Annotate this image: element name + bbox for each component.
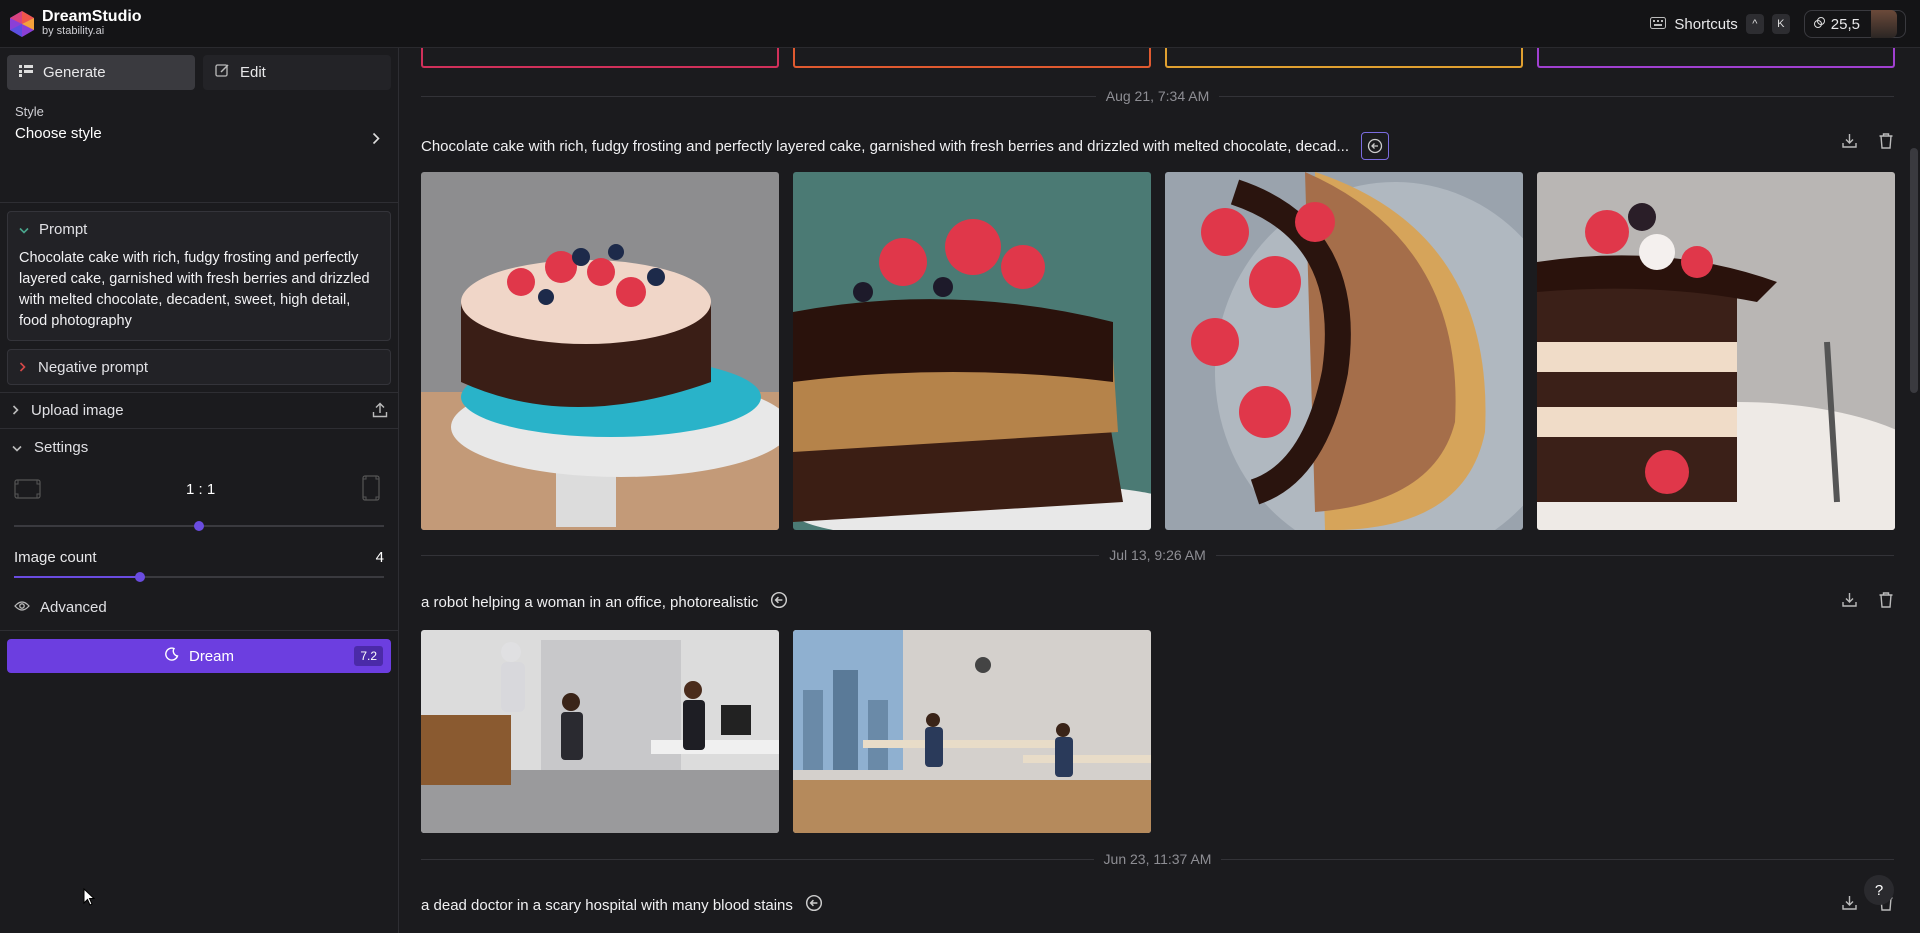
reuse-arrow-icon	[771, 591, 788, 609]
app-title: DreamStudio	[42, 8, 142, 26]
credits-button[interactable]: 25,5	[1803, 10, 1906, 38]
image-count-value: 4	[375, 549, 384, 566]
dream-button[interactable]: Dream 7.2	[7, 639, 391, 673]
negative-prompt-label: Negative prompt	[38, 358, 149, 376]
tab-generate[interactable]: Generate	[7, 55, 195, 90]
reuse-arrow-icon	[1367, 138, 1383, 154]
previous-image-frame[interactable]	[1537, 48, 1895, 68]
image-count-slider[interactable]	[14, 572, 384, 582]
shortcuts-label: Shortcuts	[1674, 15, 1738, 33]
shortcuts-button[interactable]: Shortcuts ^ K	[1650, 14, 1790, 34]
prompt-panel[interactable]: Prompt Chocolate cake with rich, fudgy f…	[7, 211, 391, 341]
generation-prompt: a dead doctor in a scary hospital with m…	[421, 894, 823, 916]
prompt-header-label: Prompt	[39, 220, 88, 238]
avatar[interactable]	[1871, 10, 1897, 38]
settings-toggle[interactable]: Settings	[0, 429, 398, 465]
eye-icon	[14, 599, 30, 616]
generated-image[interactable]	[1537, 172, 1895, 530]
chevron-right-icon	[19, 359, 26, 376]
shortcut-key-ctrl: ^	[1745, 14, 1764, 34]
grid-icon	[19, 64, 33, 81]
shortcut-key-k: K	[1771, 14, 1790, 34]
tab-edit-label: Edit	[240, 64, 266, 81]
aspect-ratio-slider-thumb[interactable]	[194, 521, 204, 531]
landscape-icon	[14, 479, 41, 502]
date-text: Jun 23, 11:37 AM	[1103, 851, 1212, 867]
upload-icon[interactable]	[372, 402, 388, 422]
credits-icon	[1813, 16, 1826, 33]
generation-prompt-text[interactable]: Chocolate cake with rich, fudgy frosting…	[421, 138, 1349, 155]
aspect-ratio-slider[interactable]	[14, 521, 384, 531]
dreamstudio-logo-icon	[8, 10, 36, 38]
download-icon[interactable]	[1841, 132, 1858, 152]
mouse-cursor-icon	[83, 887, 96, 909]
sidebar: Generate Edit Style Choose style Prompt …	[0, 48, 399, 933]
credits-value: 25,5	[1830, 15, 1860, 33]
upload-image-toggle[interactable]: Upload image	[0, 393, 398, 429]
edit-icon	[215, 63, 230, 82]
feed-scrollbar[interactable]	[1910, 148, 1918, 393]
negative-prompt-toggle[interactable]: Negative prompt	[7, 349, 391, 385]
advanced-label: Advanced	[40, 599, 107, 616]
previous-image-frame[interactable]	[793, 48, 1151, 68]
dream-cost-badge: 7.2	[354, 646, 383, 666]
advanced-toggle[interactable]: Advanced	[0, 585, 398, 631]
chevron-right-icon	[372, 132, 380, 148]
reuse-prompt-button[interactable]	[770, 591, 788, 613]
prompt-input[interactable]: Chocolate cake with rich, fudgy frosting…	[8, 246, 390, 340]
date-text: Aug 21, 7:34 AM	[1105, 88, 1210, 104]
style-selector[interactable]: Style Choose style	[0, 90, 398, 203]
reuse-prompt-button[interactable]	[805, 894, 823, 916]
image-count-slider-fill	[14, 576, 140, 578]
settings-label: Settings	[34, 438, 89, 456]
previous-image-frame[interactable]	[1165, 48, 1523, 68]
help-button[interactable]: ?	[1864, 875, 1894, 905]
prompt-header[interactable]: Prompt	[8, 212, 390, 246]
upload-image-label: Upload image	[31, 402, 124, 419]
date-separator: Aug 21, 7:34 AM	[421, 86, 1894, 106]
trash-icon[interactable]	[1878, 591, 1894, 611]
date-separator: Jul 13, 9:26 AM	[421, 545, 1895, 565]
previous-image-frame[interactable]	[421, 48, 779, 68]
chevron-down-icon	[19, 221, 29, 238]
chevron-down-icon	[12, 439, 22, 456]
tab-edit[interactable]: Edit	[203, 55, 391, 90]
generated-image[interactable]	[793, 630, 1151, 833]
image-count-control: Image count 4	[0, 541, 398, 585]
generation-prompt-text[interactable]: a dead doctor in a scary hospital with m…	[421, 897, 793, 914]
generated-image[interactable]	[1165, 172, 1523, 530]
dream-button-label: Dream	[188, 647, 234, 665]
reuse-arrow-icon	[805, 894, 822, 912]
generation-prompt: a robot helping a woman in an office, ph…	[421, 591, 788, 613]
date-separator: Jun 23, 11:37 AM	[421, 849, 1894, 869]
divider	[0, 385, 398, 393]
aspect-ratio-value: 1 : 1	[186, 481, 216, 498]
generation-prompt: Chocolate cake with rich, fudgy frosting…	[421, 132, 1389, 160]
app-logo[interactable]: DreamStudio by stability.ai	[8, 9, 142, 37]
tab-generate-label: Generate	[43, 64, 106, 81]
download-icon[interactable]	[1841, 894, 1858, 914]
generated-image[interactable]	[421, 630, 779, 833]
generation-prompt-text[interactable]: a robot helping a woman in an office, ph…	[421, 594, 758, 611]
moon-icon	[164, 646, 179, 666]
top-bar: DreamStudio by stability.ai Shortcuts ^ …	[0, 0, 1920, 48]
portrait-icon	[362, 475, 380, 504]
keyboard-icon	[1650, 16, 1667, 33]
image-count-label: Image count	[14, 549, 97, 566]
reuse-prompt-button[interactable]	[1361, 132, 1389, 160]
style-value: Choose style	[15, 125, 102, 142]
generation-feed: Aug 21, 7:34 AM Chocolate cake with rich…	[400, 48, 1920, 933]
download-icon[interactable]	[1841, 591, 1858, 611]
generated-image[interactable]	[421, 172, 779, 530]
trash-icon[interactable]	[1878, 132, 1894, 152]
app-subtitle: by stability.ai	[42, 25, 105, 38]
chevron-right-icon	[12, 402, 19, 419]
image-count-slider-thumb[interactable]	[134, 572, 145, 582]
style-label: Style	[15, 104, 44, 119]
date-text: Jul 13, 9:26 AM	[1109, 547, 1206, 563]
aspect-ratio-control: 1 : 1	[0, 465, 398, 521]
generated-image[interactable]	[793, 172, 1151, 530]
